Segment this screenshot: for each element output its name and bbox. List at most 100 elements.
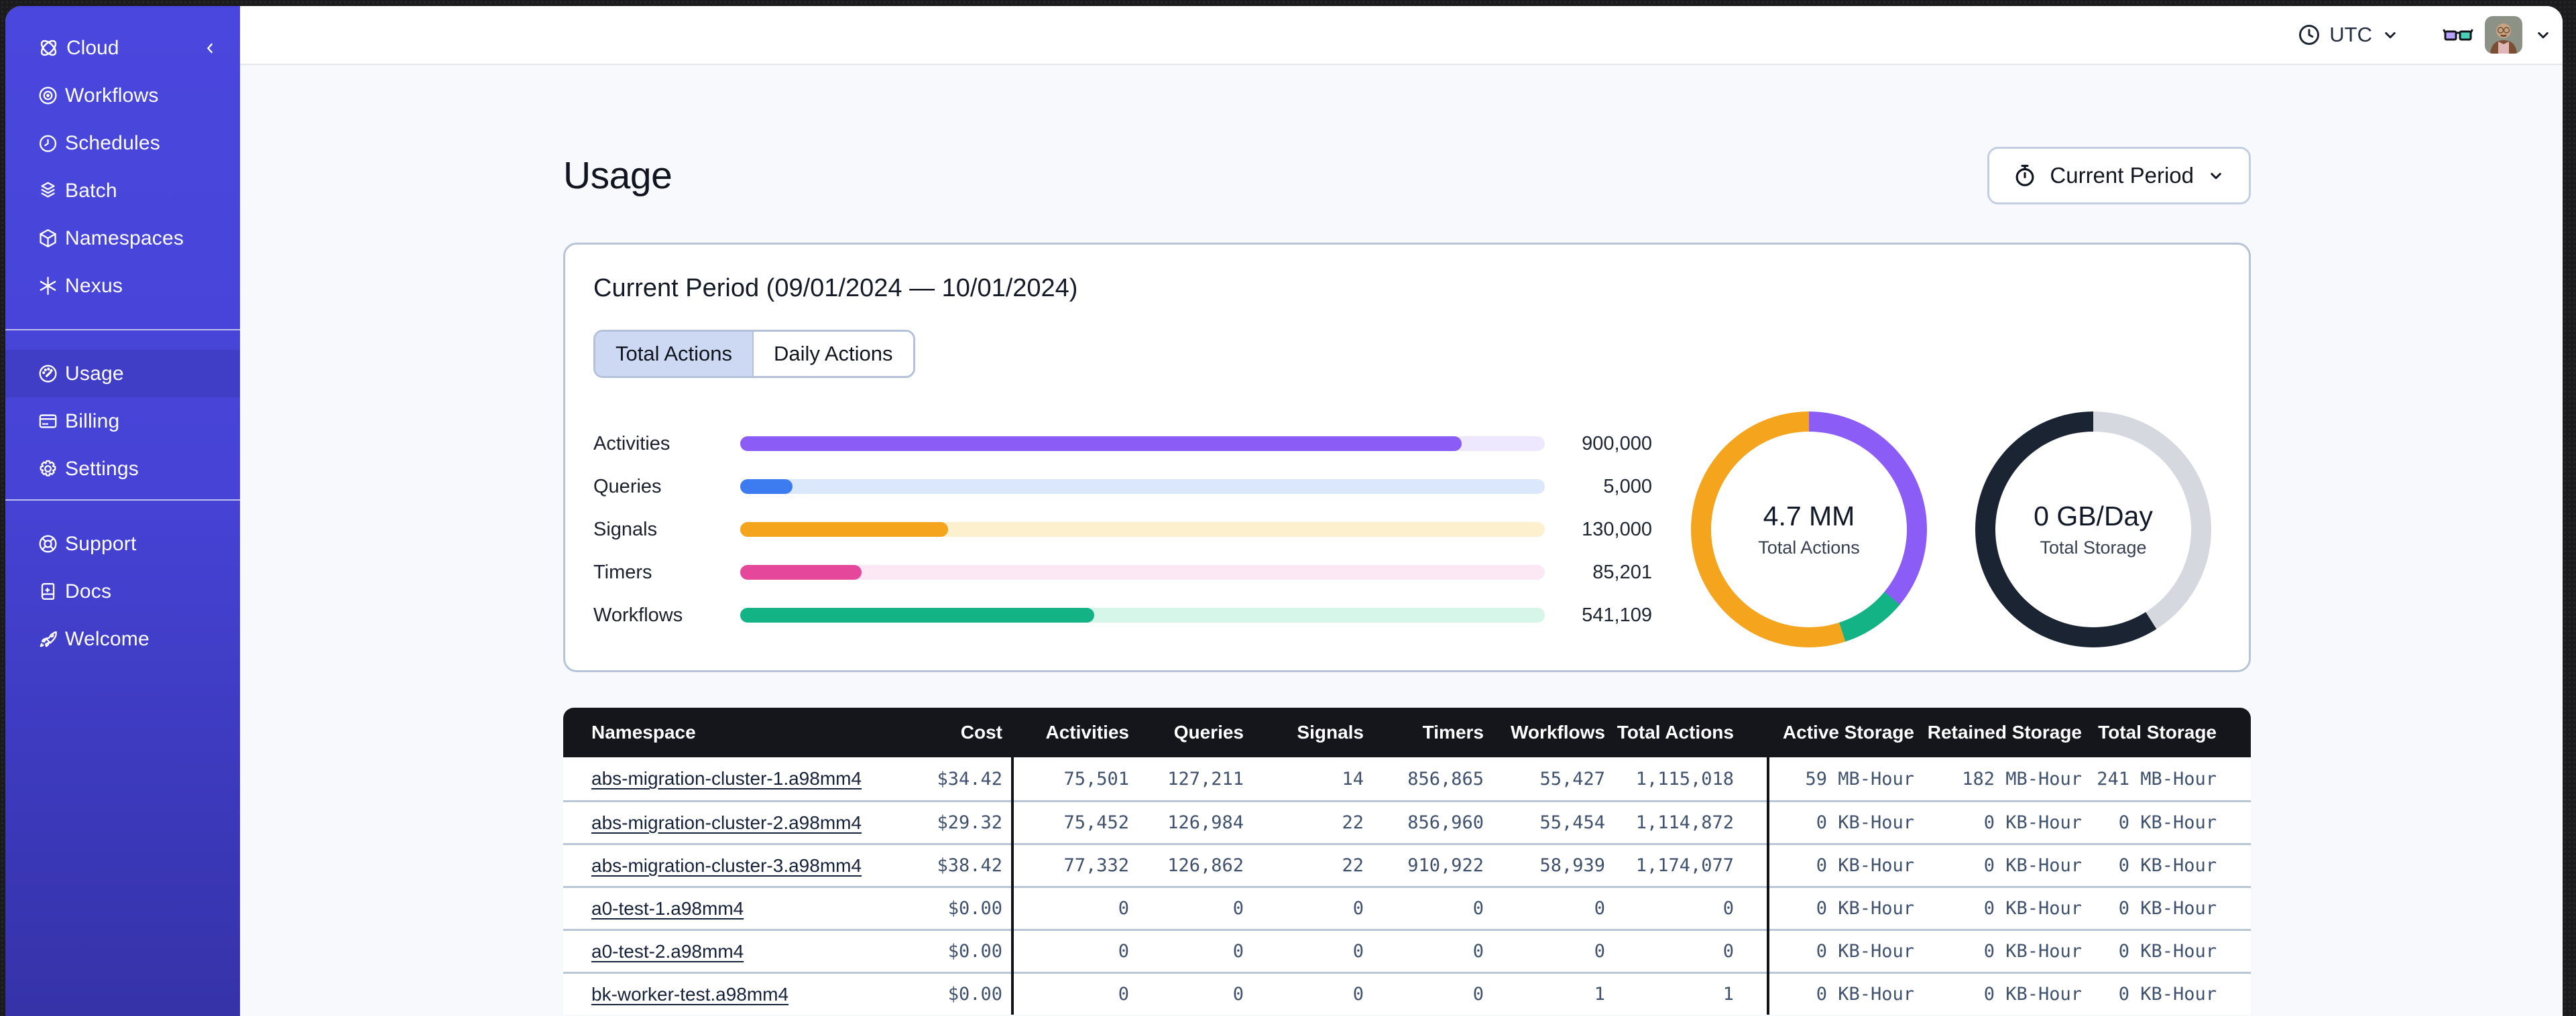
bar-value: 85,201 bbox=[1592, 561, 1652, 583]
card-title: Current Period (09/01/2024 — 10/01/2024) bbox=[593, 274, 1078, 302]
column-header-active-storage: Active Storage bbox=[1782, 722, 1914, 743]
chevron-down-icon bbox=[2380, 25, 2400, 45]
sidebar-divider bbox=[5, 329, 240, 330]
sidebar-item-nexus[interactable]: Nexus bbox=[5, 262, 240, 310]
total-storage-value: 0 GB/Day bbox=[2034, 501, 2153, 531]
bar-label: Workflows bbox=[593, 604, 683, 626]
bar-value: 130,000 bbox=[1582, 518, 1652, 540]
sidebar-item-label: Usage bbox=[65, 362, 124, 385]
sidebar-item-welcome[interactable]: Welcome bbox=[5, 615, 240, 663]
value-cell: 1,174,077 bbox=[1635, 855, 1734, 876]
namespace-link[interactable]: abs-migration-cluster-2.a98mm4 bbox=[591, 812, 862, 833]
timezone-label: UTC bbox=[2329, 23, 2372, 46]
period-selector-button[interactable]: Current Period bbox=[1987, 147, 2251, 204]
actions-tabs: Total Actions Daily Actions bbox=[593, 330, 915, 378]
bar-label: Activities bbox=[593, 432, 670, 454]
value-cell: 0 KB-Hour bbox=[1983, 984, 2082, 1005]
timezone-selector[interactable]: UTC bbox=[2297, 23, 2400, 47]
sidebar-item-label: Schedules bbox=[65, 131, 160, 154]
value-cell: 14 bbox=[1342, 768, 1364, 789]
page-content: Usage Current Period Current Period (09/… bbox=[240, 65, 2563, 1016]
desktop-background: Cloud Workflows Schedules Batch Namespaces N… bbox=[0, 0, 2576, 1016]
value-cell: 75,452 bbox=[1063, 812, 1129, 833]
value-cell: 0 KB-Hour bbox=[1983, 898, 2082, 919]
title-row: Usage Current Period bbox=[563, 147, 2251, 204]
namespace-cell: a0-test-2.a98mm4 bbox=[563, 941, 845, 962]
sidebar-item-namespaces[interactable]: Namespaces bbox=[5, 214, 240, 262]
bar-label: Signals bbox=[593, 518, 658, 540]
column-divider bbox=[1767, 757, 1769, 1015]
donut-charts: 4.7 MM Total Actions 0 GB/Day Total Stor… bbox=[1691, 411, 2211, 647]
bar-fill bbox=[740, 436, 1462, 451]
value-cell: 127,211 bbox=[1167, 768, 1244, 789]
namespace-link[interactable]: a0-test-2.a98mm4 bbox=[591, 941, 744, 962]
value-cell: 1 bbox=[1722, 984, 1734, 1005]
value-cell: 1 bbox=[1594, 984, 1605, 1005]
sidebar-nav-account: Usage Billing Settings bbox=[5, 350, 240, 493]
value-cell: 0 KB-Hour bbox=[1816, 812, 1914, 833]
sidebar-divider bbox=[5, 499, 240, 501]
value-cell: $0.00 bbox=[947, 941, 1002, 962]
column-header-namespace: Namespace bbox=[591, 722, 696, 743]
tab-total-actions[interactable]: Total Actions bbox=[595, 332, 753, 376]
sidebar-item-settings[interactable]: Settings bbox=[5, 445, 240, 493]
clock-icon bbox=[2299, 25, 2320, 45]
bar-track bbox=[740, 436, 1545, 451]
namespace-link[interactable]: a0-test-1.a98mm4 bbox=[591, 898, 744, 919]
bar-track bbox=[740, 565, 1545, 580]
current-period-card: Current Period (09/01/2024 — 10/01/2024)… bbox=[563, 243, 2251, 672]
sidebar-item-schedules[interactable]: Schedules bbox=[5, 119, 240, 167]
sidebar-nav-footer: Support Docs Welcome bbox=[5, 520, 240, 663]
column-header-signals: Signals bbox=[1297, 722, 1364, 743]
value-cell: 0 bbox=[1722, 898, 1734, 919]
namespace-link[interactable]: abs-migration-cluster-1.a98mm4 bbox=[591, 768, 862, 789]
bar-value: 900,000 bbox=[1582, 432, 1652, 454]
value-cell: 126,862 bbox=[1167, 855, 1244, 876]
user-menu-chevron[interactable] bbox=[2533, 25, 2553, 45]
sidebar-item-batch[interactable]: Batch bbox=[5, 167, 240, 214]
bar-label: Queries bbox=[593, 475, 662, 497]
value-cell: $38.42 bbox=[937, 855, 1002, 876]
bar-value: 5,000 bbox=[1603, 475, 1652, 497]
value-cell: 0 bbox=[1352, 898, 1364, 919]
sidebar-item-docs[interactable]: Docs bbox=[5, 568, 240, 615]
table-row: abs-migration-cluster-1.a98mm4 $34.42 75,5… bbox=[563, 757, 2251, 800]
value-cell: $0.00 bbox=[947, 984, 1002, 1005]
workflows-icon bbox=[37, 84, 59, 107]
value-cell: 0 bbox=[1594, 898, 1605, 919]
batch-icon bbox=[37, 180, 59, 202]
billing-icon bbox=[37, 410, 59, 432]
page-title: Usage bbox=[563, 154, 672, 197]
column-header-total-actions: Total Actions bbox=[1617, 722, 1734, 743]
bar-fill bbox=[740, 608, 1094, 623]
value-cell: 75,501 bbox=[1063, 768, 1129, 789]
namespace-cell: bk-worker-test.a98mm4 bbox=[563, 984, 845, 1005]
table-header: Namespace Cost Activities Queries Signals Tim… bbox=[563, 708, 2251, 757]
value-cell: 0 bbox=[1472, 941, 1484, 962]
docs-icon bbox=[37, 580, 59, 602]
namespace-link[interactable]: abs-migration-cluster-3.a98mm4 bbox=[591, 855, 862, 876]
value-cell: 856,960 bbox=[1407, 812, 1484, 833]
sidebar-collapse-button[interactable] bbox=[198, 37, 221, 60]
value-cell: 59 MB-Hour bbox=[1805, 768, 1914, 789]
user-avatar[interactable] bbox=[2485, 16, 2522, 54]
table-row: bk-worker-test.a98mm4 $0.00 0 0 0 0 1 1 0 KB-Hou… bbox=[563, 972, 2251, 1015]
sidebar-item-label: Batch bbox=[65, 179, 117, 202]
table-body: abs-migration-cluster-1.a98mm4 $34.42 75,5… bbox=[563, 757, 2251, 1015]
sidebar-item-workflows[interactable]: Workflows bbox=[5, 72, 240, 119]
value-cell: 910,922 bbox=[1407, 855, 1484, 876]
sidebar-item-support[interactable]: Support bbox=[5, 520, 240, 568]
sidebar-item-usage[interactable]: Usage bbox=[5, 350, 240, 397]
feedback-glasses-button[interactable] bbox=[2442, 21, 2474, 48]
value-cell: 0 bbox=[1232, 984, 1244, 1005]
bar-fill bbox=[740, 479, 793, 494]
value-cell: 0 KB-Hour bbox=[2118, 898, 2217, 919]
value-cell: 55,427 bbox=[1539, 768, 1605, 789]
sidebar-item-billing[interactable]: Billing bbox=[5, 397, 240, 445]
value-cell: 0 KB-Hour bbox=[1983, 941, 2082, 962]
value-cell: 0 KB-Hour bbox=[1816, 898, 1914, 919]
tab-daily-actions[interactable]: Daily Actions bbox=[752, 332, 913, 376]
chart-row: Activities 900,000 Queries 5,000 Signals 130,… bbox=[593, 411, 2217, 657]
sidebar-item-label: Settings bbox=[65, 457, 139, 480]
namespace-link[interactable]: bk-worker-test.a98mm4 bbox=[591, 984, 788, 1005]
